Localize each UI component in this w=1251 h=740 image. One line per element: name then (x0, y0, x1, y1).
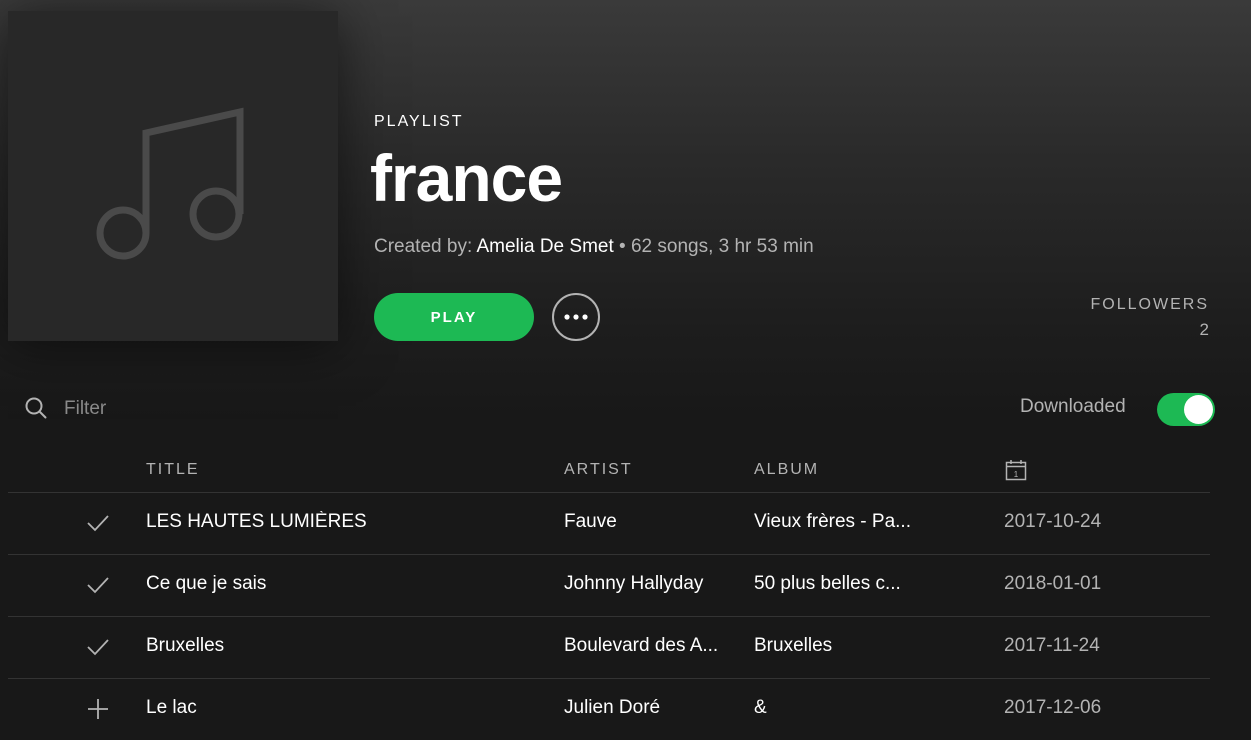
playlist-meta: Created by: Amelia De Smet • 62 songs, 3… (374, 236, 814, 258)
check-icon[interactable] (86, 511, 110, 535)
track-album[interactable]: 50 plus belles c... (754, 573, 934, 595)
more-options-button[interactable] (552, 293, 600, 341)
calendar-icon[interactable]: 1 (1005, 459, 1027, 481)
track-artist[interactable]: Boulevard des A... (564, 635, 744, 657)
more-horizontal-icon (564, 314, 588, 320)
track-row[interactable]: Bruxelles Boulevard des A... Bruxelles 2… (8, 616, 1210, 678)
column-header-artist[interactable]: ARTIST (564, 461, 633, 479)
track-row[interactable]: LES HAUTES LUMIÈRES Fauve Vieux frères -… (8, 492, 1210, 554)
owner-link[interactable]: Amelia De Smet (476, 236, 613, 257)
track-title: LES HAUTES LUMIÈRES (146, 511, 367, 532)
meta-separator: • (619, 236, 626, 257)
track-artist[interactable]: Johnny Hallyday (564, 573, 744, 595)
track-date-added: 2017-10-24 (1004, 511, 1102, 532)
check-icon[interactable] (86, 573, 110, 597)
track-date-added: 2018-01-01 (1004, 573, 1102, 594)
track-date-added: 2017-11-24 (1004, 635, 1100, 656)
track-date-added: 2017-12-06 (1004, 697, 1102, 718)
track-row[interactable]: Le lac Julien Doré & 2017-12-06 (8, 678, 1210, 740)
playlist-type-label: PLAYLIST (374, 113, 464, 130)
column-header-title[interactable]: TITLE (146, 461, 200, 479)
followers-count: 2 (1199, 320, 1209, 339)
track-title: Le lac (146, 697, 197, 718)
track-artist[interactable]: Fauve (564, 511, 744, 533)
column-header-album[interactable]: ALBUM (754, 461, 819, 479)
track-album[interactable]: Bruxelles (754, 635, 934, 657)
downloaded-toggle[interactable] (1157, 393, 1215, 426)
search-icon (25, 397, 47, 419)
music-note-icon (96, 107, 244, 260)
check-icon[interactable] (86, 635, 110, 659)
filter-input[interactable] (62, 395, 366, 423)
play-button[interactable]: PLAY (374, 293, 534, 341)
toggle-knob (1184, 395, 1213, 424)
created-by-label: Created by: (374, 236, 473, 257)
downloaded-label: Downloaded (1020, 396, 1126, 417)
track-artist[interactable]: Julien Doré (564, 697, 744, 719)
playlist-summary: 62 songs, 3 hr 53 min (630, 236, 814, 257)
playlist-title: france (370, 141, 563, 215)
add-icon[interactable] (86, 697, 110, 721)
followers-label: FOLLOWERS (1090, 296, 1209, 313)
track-title: Bruxelles (146, 635, 225, 656)
playlist-cover[interactable] (8, 11, 338, 341)
track-row[interactable]: Ce que je sais Johnny Hallyday 50 plus b… (8, 554, 1210, 616)
track-album[interactable]: Vieux frères - Pa... (754, 511, 934, 533)
track-album[interactable]: & (754, 697, 934, 719)
track-title: Ce que je sais (146, 573, 267, 594)
svg-text:1: 1 (1014, 470, 1019, 479)
